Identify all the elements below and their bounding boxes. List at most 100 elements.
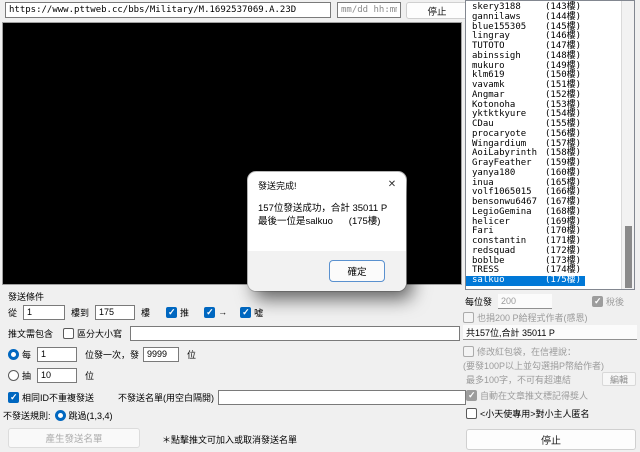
list-item-floor: (160樓) [545, 168, 581, 178]
list-item-floor: (171樓) [545, 236, 581, 246]
list-item-floor: (143樓) [545, 2, 581, 12]
list-item-floor: (157樓) [545, 139, 581, 149]
generate-list-button[interactable]: 產生發送名單 [8, 428, 140, 448]
every-radio[interactable] [8, 349, 19, 360]
list-item-floor: (151樓) [545, 80, 581, 90]
envelope-label: 修改紅包袋，在信裡說： [477, 345, 576, 358]
list-item-floor: (152樓) [545, 90, 581, 100]
arrow-checkbox[interactable] [204, 307, 215, 318]
envelope-checkbox[interactable] [463, 346, 474, 357]
dialog-footer: 確定 [248, 251, 406, 291]
draw-row: 抽 位 [8, 367, 94, 383]
skip-rule-radio[interactable] [55, 410, 66, 421]
envelope-note1: (要發100P以上並勾選捐P幣給作者) [463, 359, 604, 372]
list-item-floor: (158樓) [545, 148, 581, 158]
per-label: 每位發 [465, 295, 492, 308]
close-icon[interactable]: ✕ [384, 176, 400, 192]
list-item-floor: (144樓) [545, 12, 581, 22]
list-item-floor: (170樓) [545, 226, 581, 236]
push-checkbox[interactable] [166, 307, 177, 318]
list-item-floor: (169樓) [545, 217, 581, 227]
after-tax-label: 稅後 [606, 295, 624, 308]
contain-row: 推文需包含 區分大小寫 [8, 325, 460, 341]
total-field: 共157位,合計 35011 P [463, 325, 637, 340]
contain-label: 推文需包含 [8, 327, 53, 340]
list-item-floor: (159樓) [545, 158, 581, 168]
ok-button[interactable]: 確定 [329, 260, 385, 282]
draw-label: 抽 [22, 369, 31, 382]
list-scrollbar[interactable] [621, 1, 634, 289]
dialog-line2: 最後一位是salkuo (175樓) [258, 216, 380, 227]
from-floor-input[interactable] [23, 305, 65, 320]
list-item-floor: (153樓) [545, 100, 581, 110]
draw-unit-label: 位 [85, 369, 94, 382]
rule-row: 不發送規則: 跳過(1,3,4) [3, 408, 113, 422]
boo-checkbox[interactable] [240, 307, 251, 318]
scrollbar-thumb[interactable] [625, 226, 632, 288]
list-item-floor: (148樓) [545, 51, 581, 61]
datetime-input[interactable] [337, 2, 401, 18]
boo-label: 噓 [254, 306, 263, 319]
conditions-group-label: 發送條件 [8, 290, 44, 303]
click-hint-label: ＊點擊推文可加入或取消發送名單 [162, 433, 297, 446]
exclude-row: 相同ID不重複發送 不發送名單(用空白隔開) [8, 389, 466, 405]
draw-n-input[interactable] [37, 368, 77, 383]
list-item-floor: (172樓) [545, 246, 581, 256]
donate-row: 也捐200 P給程式作者(感恩) [463, 311, 588, 324]
to-floor-input[interactable] [95, 305, 135, 320]
list-item-floor: (145樓) [545, 22, 581, 32]
draw-radio[interactable] [8, 370, 19, 381]
autotag-label: 自動在文章推文標記得獎人 [480, 389, 588, 402]
dialog-line1: 157位發送成功，合計 35011 P [258, 203, 387, 214]
floor-listbox[interactable]: skery3188(143樓)gannilaws(144樓)blue155305… [465, 0, 635, 290]
after-tax-checkbox[interactable] [592, 296, 603, 307]
url-input[interactable] [5, 2, 331, 18]
exclude-label: 不發送名單(用空白隔開) [118, 391, 214, 404]
stop-button-top[interactable]: 停止 [406, 2, 468, 19]
list-item-floor: (149樓) [545, 61, 581, 71]
list-item[interactable]: salkuo(175樓) [466, 276, 585, 286]
dialog-message: 157位發送成功，合計 35011 P 最後一位是salkuo (175樓) [258, 202, 398, 228]
donate-checkbox[interactable] [463, 312, 474, 323]
list-item-floor: (147樓) [545, 41, 581, 51]
rule-label: 不發送規則: [3, 409, 51, 422]
autotag-row: 自動在文章推文標記得獎人 [466, 389, 588, 402]
envelope-row: 修改紅包袋，在信裡說： [463, 345, 576, 358]
list-item-floor: (167樓) [545, 197, 581, 207]
arrow-label: → [218, 307, 227, 317]
unique-id-label: 相同ID不重複發送 [22, 391, 94, 404]
floor-list: skery3188(143樓)gannilaws(144樓)blue155305… [466, 3, 621, 286]
edit-button[interactable]: 編輯 [602, 372, 636, 386]
floor-unit-label: 樓 [141, 306, 150, 319]
exclude-list-input[interactable] [218, 390, 466, 405]
donate-label: 也捐200 P給程式作者(感恩) [477, 311, 588, 324]
list-item-floor: (154樓) [545, 109, 581, 119]
list-item-floor: (173樓) [545, 256, 581, 266]
from-label: 從 [8, 306, 17, 319]
list-item-floor: (155樓) [545, 119, 581, 129]
list-item-floor: (156樓) [545, 129, 581, 139]
every-n-input[interactable] [37, 347, 77, 362]
contain-text-input[interactable] [130, 326, 460, 341]
angel-checkbox[interactable] [466, 408, 477, 419]
dialog-title: 發送完成! [258, 179, 297, 192]
case-sensitive-checkbox[interactable] [63, 328, 74, 339]
envelope-note2-row: 最多100字，不可有超連結 編輯 [466, 372, 636, 386]
envelope-note2: 最多100字，不可有超連結 [466, 373, 571, 386]
list-item-floor: (168樓) [545, 207, 581, 217]
push-label: 推 [180, 306, 189, 319]
skip-rule-label: 跳過(1,3,4) [69, 409, 113, 422]
list-item-floor: (150樓) [545, 70, 581, 80]
to-label: 樓到 [71, 306, 89, 319]
list-item-floor: (174樓) [545, 265, 581, 275]
list-item-floor: (146樓) [545, 31, 581, 41]
case-sensitive-label: 區分大小寫 [77, 327, 122, 340]
per-amount-field[interactable]: 200 [498, 294, 552, 309]
every-count-input[interactable] [143, 347, 179, 362]
list-item-floor: (166樓) [545, 187, 581, 197]
unique-id-checkbox[interactable] [8, 392, 19, 403]
per-amount-row: 每位發 200 稅後 [465, 293, 635, 309]
autotag-checkbox[interactable] [466, 390, 477, 401]
stop-button-bottom[interactable]: 停止 [466, 429, 636, 450]
floor-range-row: 從 樓到 樓 推 → 噓 [8, 304, 263, 320]
